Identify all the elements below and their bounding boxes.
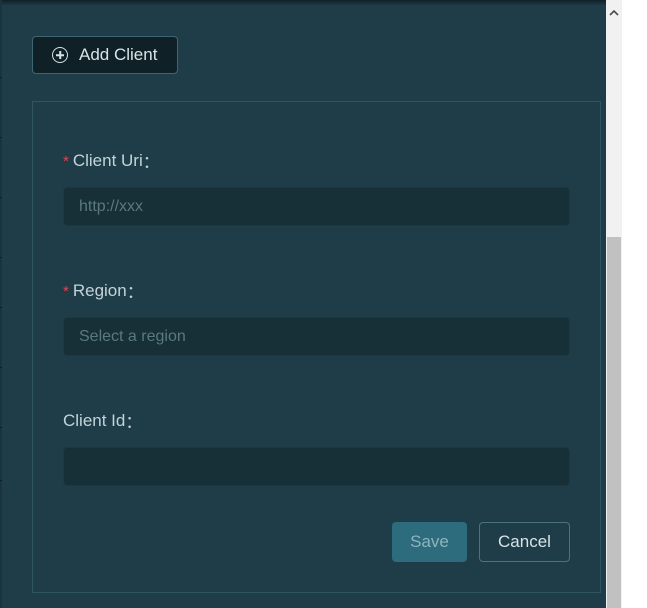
label-suffix: ： xyxy=(126,283,144,302)
top-shadow xyxy=(0,0,606,6)
region-placeholder: Select a region xyxy=(79,327,186,345)
chevron-up-icon[interactable] xyxy=(606,0,622,24)
client-id-label-text: Client Id xyxy=(63,410,126,430)
left-tick xyxy=(0,257,2,258)
cancel-button[interactable]: Cancel xyxy=(479,522,570,562)
left-tick xyxy=(0,427,2,428)
client-form: * Client Uri ： http://xxx * Region ： Sel… xyxy=(32,101,601,593)
region-select[interactable]: Select a region xyxy=(63,317,570,356)
client-id-input[interactable] xyxy=(63,447,570,486)
label-suffix: ： xyxy=(125,413,143,432)
region-label: * Region ： xyxy=(63,278,144,303)
client-uri-label-text: Client Uri xyxy=(72,150,143,170)
left-tick xyxy=(0,480,2,481)
left-tick xyxy=(0,367,2,368)
left-edge xyxy=(0,0,2,608)
save-button[interactable]: Save xyxy=(392,522,467,562)
scrollbar-thumb[interactable] xyxy=(607,237,621,608)
client-uri-label: * Client Uri ： xyxy=(63,148,160,173)
required-mark: * xyxy=(63,153,69,170)
region-label-text: Region xyxy=(72,280,127,300)
left-tick xyxy=(0,137,2,138)
vertical-scrollbar[interactable] xyxy=(606,0,622,608)
client-uri-placeholder: http://xxx xyxy=(79,197,144,215)
plus-circle-icon xyxy=(52,47,68,63)
required-mark: * xyxy=(63,283,69,300)
add-client-button[interactable]: Add Client xyxy=(32,36,178,74)
add-client-label: Add Client xyxy=(79,45,158,64)
right-margin xyxy=(622,0,647,608)
left-tick xyxy=(0,77,2,78)
label-suffix: ： xyxy=(142,153,160,172)
client-uri-input[interactable]: http://xxx xyxy=(63,187,570,226)
page: Add Client * Client Uri ： http://xxx * R… xyxy=(0,0,647,608)
client-id-label: Client Id ： xyxy=(63,408,142,433)
left-tick xyxy=(0,307,2,308)
left-tick xyxy=(0,197,2,198)
